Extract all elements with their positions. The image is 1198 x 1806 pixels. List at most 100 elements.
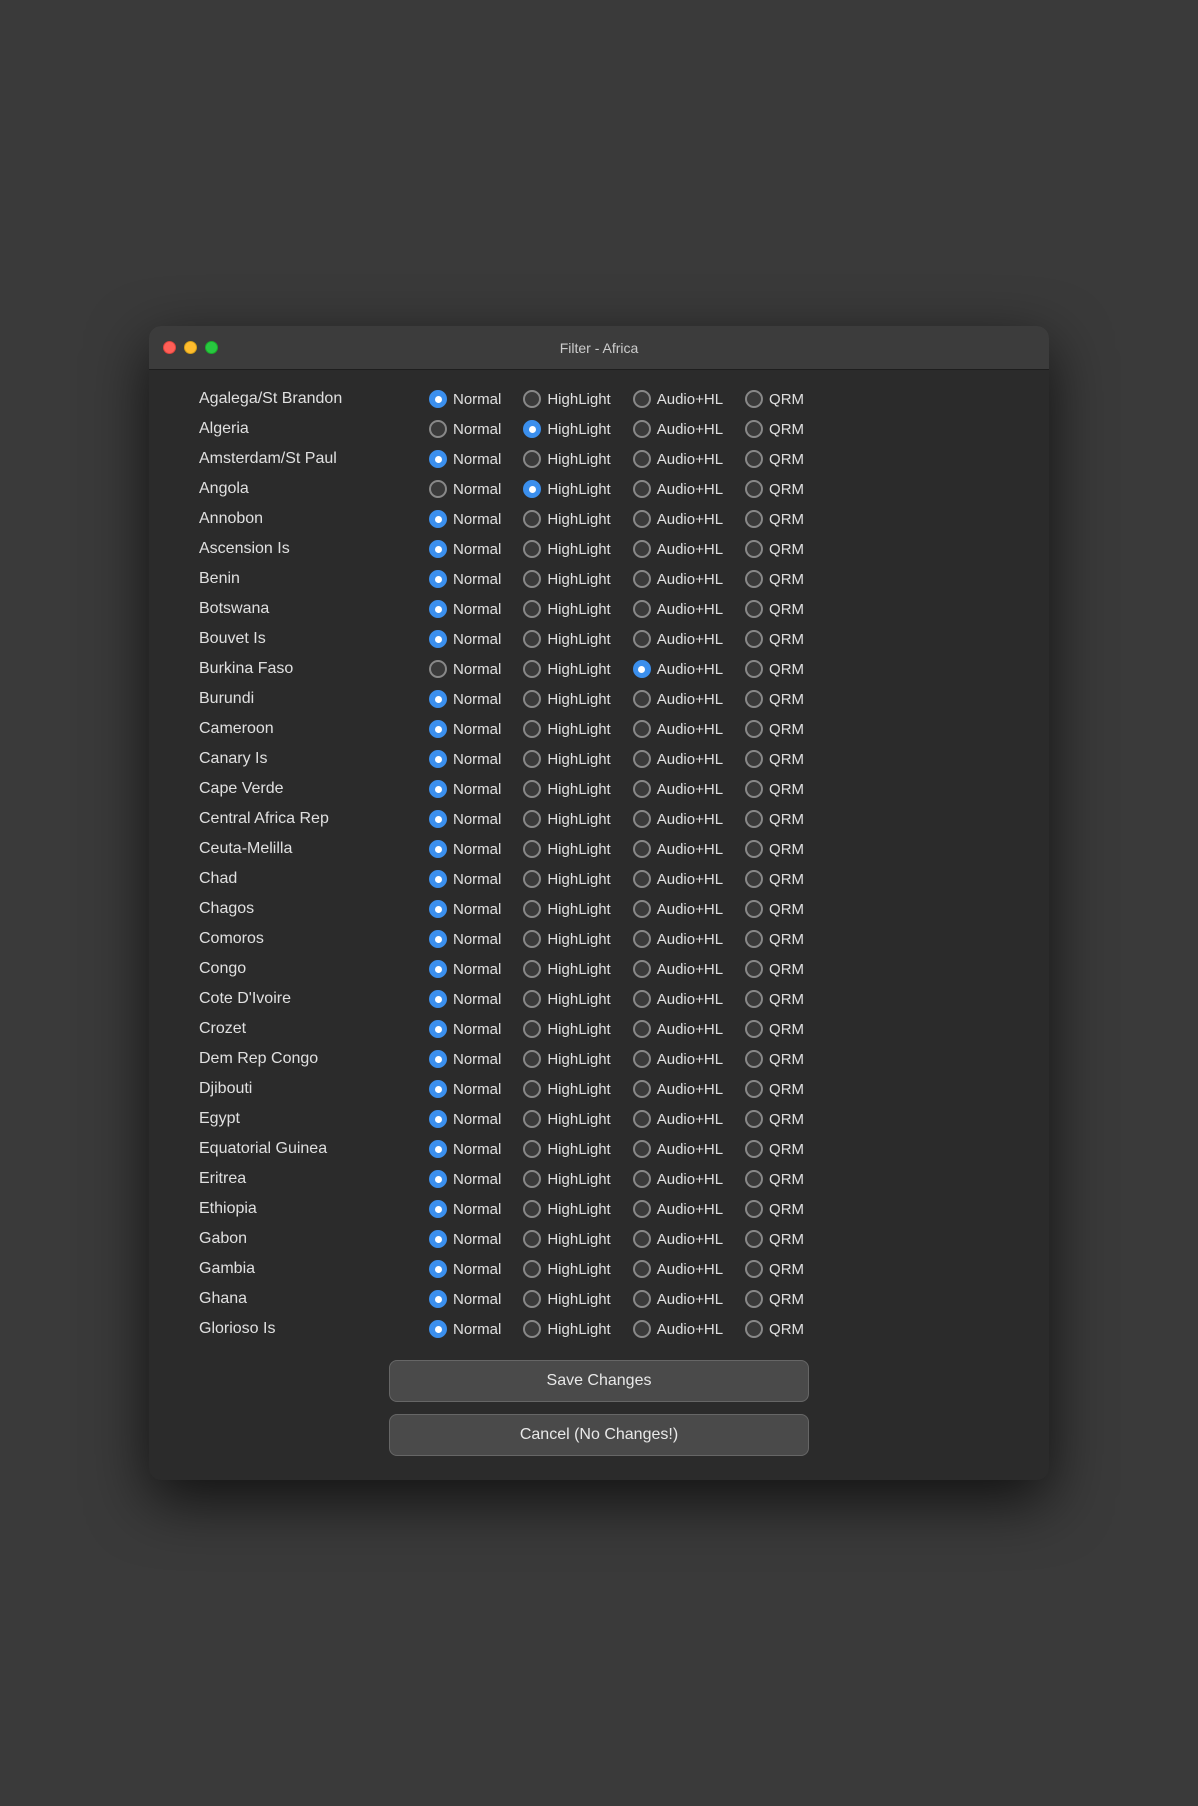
radio-option-audio-hl[interactable]: Audio+HL	[633, 510, 723, 528]
radio-button[interactable]	[745, 600, 763, 618]
cancel-button[interactable]: Cancel (No Changes!)	[389, 1414, 809, 1456]
radio-option-highlight[interactable]: HighLight	[523, 510, 610, 528]
radio-button[interactable]	[633, 1050, 651, 1068]
radio-option-highlight[interactable]: HighLight	[523, 1050, 610, 1068]
radio-option-qrm[interactable]: QRM	[745, 690, 804, 708]
radio-option-audio-hl[interactable]: Audio+HL	[633, 1230, 723, 1248]
radio-button[interactable]	[745, 1170, 763, 1188]
radio-button[interactable]	[745, 420, 763, 438]
radio-button[interactable]	[429, 690, 447, 708]
radio-button[interactable]	[633, 1230, 651, 1248]
radio-option-qrm[interactable]: QRM	[745, 1320, 804, 1338]
radio-button[interactable]	[523, 1170, 541, 1188]
radio-option-normal[interactable]: Normal	[429, 810, 501, 828]
radio-option-audio-hl[interactable]: Audio+HL	[633, 600, 723, 618]
radio-option-normal[interactable]: Normal	[429, 690, 501, 708]
radio-option-audio-hl[interactable]: Audio+HL	[633, 1290, 723, 1308]
radio-button[interactable]	[745, 1260, 763, 1278]
radio-button[interactable]	[523, 840, 541, 858]
radio-option-highlight[interactable]: HighLight	[523, 1320, 610, 1338]
radio-option-qrm[interactable]: QRM	[745, 1140, 804, 1158]
radio-option-highlight[interactable]: HighLight	[523, 480, 610, 498]
radio-option-qrm[interactable]: QRM	[745, 540, 804, 558]
radio-option-highlight[interactable]: HighLight	[523, 990, 610, 1008]
radio-option-normal[interactable]: Normal	[429, 390, 501, 408]
radio-button[interactable]	[523, 1140, 541, 1158]
radio-option-qrm[interactable]: QRM	[745, 930, 804, 948]
radio-button[interactable]	[523, 930, 541, 948]
radio-button[interactable]	[745, 750, 763, 768]
radio-button[interactable]	[429, 1200, 447, 1218]
radio-button[interactable]	[633, 1140, 651, 1158]
radio-option-highlight[interactable]: HighLight	[523, 1110, 610, 1128]
radio-option-qrm[interactable]: QRM	[745, 840, 804, 858]
radio-option-audio-hl[interactable]: Audio+HL	[633, 570, 723, 588]
radio-option-normal[interactable]: Normal	[429, 1050, 501, 1068]
radio-button[interactable]	[523, 540, 541, 558]
radio-option-qrm[interactable]: QRM	[745, 1230, 804, 1248]
radio-option-qrm[interactable]: QRM	[745, 660, 804, 678]
radio-option-audio-hl[interactable]: Audio+HL	[633, 480, 723, 498]
radio-button[interactable]	[523, 1260, 541, 1278]
radio-button[interactable]	[633, 1110, 651, 1128]
radio-button[interactable]	[523, 750, 541, 768]
radio-option-normal[interactable]: Normal	[429, 720, 501, 738]
radio-button[interactable]	[633, 660, 651, 678]
radio-button[interactable]	[523, 870, 541, 888]
radio-option-qrm[interactable]: QRM	[745, 600, 804, 618]
radio-button[interactable]	[523, 660, 541, 678]
radio-option-audio-hl[interactable]: Audio+HL	[633, 630, 723, 648]
radio-button[interactable]	[633, 690, 651, 708]
radio-option-normal[interactable]: Normal	[429, 1020, 501, 1038]
radio-button[interactable]	[633, 450, 651, 468]
radio-option-audio-hl[interactable]: Audio+HL	[633, 450, 723, 468]
radio-button[interactable]	[429, 1020, 447, 1038]
radio-option-qrm[interactable]: QRM	[745, 870, 804, 888]
radio-option-audio-hl[interactable]: Audio+HL	[633, 780, 723, 798]
radio-button[interactable]	[523, 720, 541, 738]
radio-button[interactable]	[429, 840, 447, 858]
radio-option-highlight[interactable]: HighLight	[523, 420, 610, 438]
radio-button[interactable]	[633, 1260, 651, 1278]
radio-button[interactable]	[429, 780, 447, 798]
radio-button[interactable]	[429, 480, 447, 498]
radio-option-highlight[interactable]: HighLight	[523, 960, 610, 978]
radio-option-audio-hl[interactable]: Audio+HL	[633, 900, 723, 918]
radio-option-highlight[interactable]: HighLight	[523, 870, 610, 888]
close-button[interactable]	[163, 341, 176, 354]
radio-option-normal[interactable]: Normal	[429, 990, 501, 1008]
radio-button[interactable]	[633, 930, 651, 948]
radio-option-audio-hl[interactable]: Audio+HL	[633, 870, 723, 888]
radio-option-audio-hl[interactable]: Audio+HL	[633, 540, 723, 558]
radio-button[interactable]	[523, 1110, 541, 1128]
radio-option-normal[interactable]: Normal	[429, 540, 501, 558]
radio-button[interactable]	[633, 720, 651, 738]
radio-option-normal[interactable]: Normal	[429, 510, 501, 528]
radio-button[interactable]	[429, 1230, 447, 1248]
radio-option-highlight[interactable]: HighLight	[523, 840, 610, 858]
radio-option-audio-hl[interactable]: Audio+HL	[633, 660, 723, 678]
radio-button[interactable]	[429, 420, 447, 438]
radio-button[interactable]	[429, 930, 447, 948]
radio-option-qrm[interactable]: QRM	[745, 390, 804, 408]
radio-button[interactable]	[523, 1050, 541, 1068]
radio-option-qrm[interactable]: QRM	[745, 420, 804, 438]
radio-option-audio-hl[interactable]: Audio+HL	[633, 390, 723, 408]
radio-option-highlight[interactable]: HighLight	[523, 600, 610, 618]
radio-button[interactable]	[429, 900, 447, 918]
radio-option-audio-hl[interactable]: Audio+HL	[633, 1170, 723, 1188]
radio-button[interactable]	[523, 600, 541, 618]
radio-button[interactable]	[429, 630, 447, 648]
radio-button[interactable]	[633, 510, 651, 528]
radio-option-highlight[interactable]: HighLight	[523, 1230, 610, 1248]
radio-button[interactable]	[429, 810, 447, 828]
radio-button[interactable]	[523, 510, 541, 528]
radio-option-qrm[interactable]: QRM	[745, 990, 804, 1008]
radio-button[interactable]	[745, 1230, 763, 1248]
radio-option-normal[interactable]: Normal	[429, 660, 501, 678]
radio-button[interactable]	[745, 1290, 763, 1308]
radio-button[interactable]	[523, 570, 541, 588]
radio-option-audio-hl[interactable]: Audio+HL	[633, 960, 723, 978]
radio-option-audio-hl[interactable]: Audio+HL	[633, 1050, 723, 1068]
radio-option-normal[interactable]: Normal	[429, 450, 501, 468]
